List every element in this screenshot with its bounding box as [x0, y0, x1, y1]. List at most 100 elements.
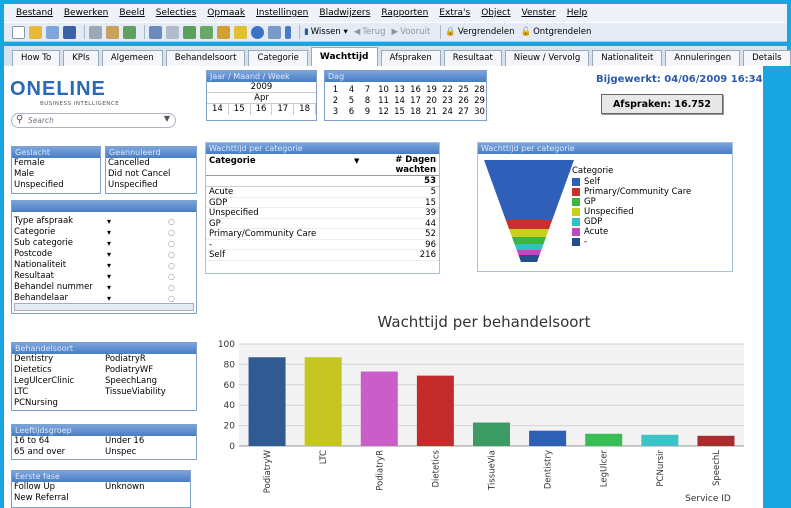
field-dropdown-icon[interactable]: ▾ [107, 271, 111, 282]
open-folder-icon[interactable] [29, 25, 42, 39]
day-cell[interactable]: 6 [344, 107, 359, 117]
day-cell[interactable]: 14 [392, 96, 407, 106]
day-cell[interactable]: 19 [424, 85, 439, 95]
day-cell[interactable]: 26 [456, 96, 471, 106]
table-row[interactable]: Primary/Community Care 52 [206, 229, 439, 240]
day-cell[interactable]: 4 [344, 85, 359, 95]
tab-algemeen[interactable]: Algemeen [101, 50, 163, 66]
unlock-button[interactable]: 🔓 Ontgrendelen [520, 27, 591, 37]
bar[interactable] [416, 375, 454, 446]
menu-item[interactable]: Bestand [16, 8, 53, 18]
bar[interactable] [697, 435, 735, 446]
menu-item[interactable]: Venster [522, 8, 556, 18]
day-cell[interactable]: 2 [328, 96, 343, 106]
week-cell[interactable]: 17 [272, 104, 295, 115]
field-row[interactable]: Nationaliteit ▾ ○ [12, 260, 196, 271]
list-item[interactable]: SpeechLang [103, 376, 166, 387]
print-icon[interactable] [89, 25, 102, 39]
list-item[interactable]: Under 16 [103, 436, 144, 447]
funnel-segment[interactable] [511, 237, 547, 244]
week-cell[interactable]: 16 [251, 104, 273, 115]
list-item[interactable]: TissueViability [103, 387, 166, 398]
redo-icon[interactable] [166, 25, 179, 39]
month-value[interactable]: Apr [207, 93, 316, 104]
day-cell[interactable]: 25 [456, 85, 471, 95]
field-dropdown-icon[interactable]: ▾ [107, 238, 111, 249]
list-item[interactable]: Cancelled [106, 158, 196, 169]
day-cell[interactable]: 3 [328, 107, 343, 117]
lock-button[interactable]: 🔒 Vergrendelen [445, 27, 514, 37]
day-cell[interactable]: 8 [360, 96, 375, 106]
list-item[interactable]: Did not Cancel [106, 169, 196, 180]
week-cell[interactable]: 18 [294, 104, 316, 115]
table-row[interactable]: Unspecified 39 [206, 208, 439, 219]
table-row[interactable]: GP 44 [206, 219, 439, 229]
day-cell[interactable]: 22 [440, 85, 455, 95]
day-cell[interactable]: 23 [440, 96, 455, 106]
list-item[interactable]: PodiatryR [103, 354, 166, 365]
edit-icon[interactable] [106, 25, 119, 39]
list-item[interactable]: Unspecified [12, 180, 100, 191]
search-dropdown-icon[interactable]: ▼ [164, 114, 170, 123]
bar[interactable] [473, 422, 510, 446]
save-icon[interactable] [63, 25, 76, 39]
table-row[interactable]: - 96 [206, 240, 439, 250]
day-cell[interactable]: 9 [360, 107, 375, 117]
list-item[interactable]: Unspecified [106, 180, 196, 191]
tab-resultaat[interactable]: Resultaat [443, 50, 502, 66]
menu-item[interactable]: Extra's [439, 8, 470, 18]
funnel-segment[interactable] [484, 160, 574, 220]
bar[interactable] [304, 357, 342, 446]
day-cell[interactable]: 17 [408, 96, 423, 106]
bar-chart-icon[interactable] [217, 25, 230, 39]
menu-item[interactable]: Instellingen [256, 8, 308, 18]
menu-item[interactable]: Selecties [156, 8, 197, 18]
tab-kpis[interactable]: KPIs [63, 50, 99, 66]
clear-button[interactable]: ▮ Wissen ▾ [304, 27, 348, 37]
field-dropdown-icon[interactable]: ▾ [107, 216, 111, 227]
search-input[interactable] [28, 115, 148, 126]
day-cell[interactable]: 28 [472, 85, 486, 95]
week-cell[interactable]: 15 [229, 104, 251, 115]
day-cell[interactable]: 16 [408, 85, 423, 95]
day-cell[interactable]: 11 [376, 96, 391, 106]
day-cell[interactable]: 29 [472, 96, 486, 106]
days-column-header-1[interactable]: # Dagen [395, 155, 436, 165]
tab-behandelsoort[interactable]: Behandelsoort [165, 50, 246, 66]
day-cell[interactable]: 5 [344, 96, 359, 106]
day-cell[interactable]: 12 [376, 107, 391, 117]
year-value[interactable]: 2009 [207, 82, 316, 93]
tab-details[interactable]: Details [743, 50, 791, 66]
menu-item[interactable]: Bladwijzers [319, 8, 370, 18]
search-box[interactable]: ⚲ ▼ [11, 113, 176, 128]
export-icon[interactable] [123, 25, 136, 39]
tab-wachttijd[interactable]: Wachttijd [310, 47, 378, 66]
help-icon[interactable] [251, 25, 264, 39]
list-item[interactable]: Dietetics [12, 365, 103, 376]
funnel-segment[interactable] [505, 220, 553, 229]
whats-this-icon[interactable] [268, 25, 281, 39]
days-column-header-2[interactable]: wachten [395, 165, 436, 175]
funnel-segment[interactable] [509, 229, 549, 237]
list-item[interactable]: Follow Up [12, 482, 103, 493]
day-cell[interactable]: 21 [424, 107, 439, 117]
week-cell[interactable]: 14 [207, 104, 229, 115]
bar[interactable] [360, 371, 398, 446]
field-dropdown-icon[interactable]: ▾ [107, 282, 111, 293]
field-row[interactable]: Type afspraak ▾ ○ [12, 216, 196, 227]
bar[interactable] [585, 433, 623, 446]
list-item[interactable]: Unspec [103, 447, 144, 458]
menu-item[interactable]: Bewerken [64, 8, 108, 18]
field-row[interactable]: Categorie ▾ ○ [12, 227, 196, 238]
field-dropdown-icon[interactable]: ▾ [107, 260, 111, 271]
list-item[interactable]: Unknown [103, 482, 144, 493]
new-document-icon[interactable] [12, 25, 25, 39]
day-cell[interactable]: 30 [472, 107, 486, 117]
bar[interactable] [529, 430, 567, 446]
list-item[interactable]: 65 and over [12, 447, 103, 458]
table-row[interactable]: Self 216 [206, 250, 439, 261]
field-dropdown-icon[interactable]: ▾ [107, 227, 111, 238]
toolbar-overflow-icon[interactable] [285, 25, 291, 39]
list-item[interactable]: New Referral [12, 493, 103, 504]
list-item[interactable]: Dentistry [12, 354, 103, 365]
